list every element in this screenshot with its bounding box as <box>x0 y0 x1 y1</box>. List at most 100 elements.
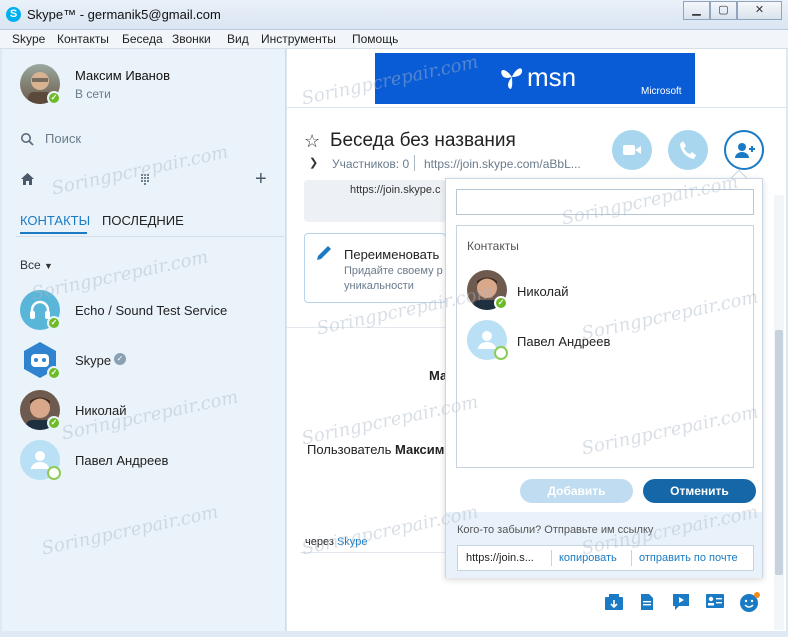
window-titlebar: S Skype™ - germanik5@gmail.com ▁ ▢ ✕ <box>0 0 788 30</box>
contact-item-skype[interactable]: ✓ Skype ✓ <box>18 338 286 382</box>
contact-item-pavel[interactable]: Павел Андреев <box>18 438 286 482</box>
profile-status[interactable]: В сети <box>75 87 111 101</box>
pencil-icon <box>317 246 331 260</box>
add-contact-plus-icon[interactable]: + <box>255 169 267 189</box>
link-box-text[interactable]: https://join.skype.c <box>350 184 441 196</box>
conversation-title[interactable]: Беседа без названия <box>330 130 516 152</box>
minimize-button[interactable]: ▁ <box>683 1 710 20</box>
menu-calls[interactable]: Звонки <box>172 32 211 46</box>
popup-contact-name: Павел Андреев <box>517 334 611 349</box>
video-camera-icon <box>623 145 641 155</box>
filter-label: Все <box>20 258 41 272</box>
home-icon[interactable] <box>20 172 35 189</box>
online-status-icon: ✓ <box>47 91 61 105</box>
popup-contacts-list: Контакты ✓ Николай Павел Андреев <box>456 225 754 468</box>
cancel-button[interactable]: Отменить <box>643 479 756 503</box>
rename-title: Переименовать <box>344 247 440 262</box>
contact-item-nikolay[interactable]: ✓ Николай <box>18 388 286 432</box>
filter-dropdown[interactable]: Все ▼ <box>20 258 53 272</box>
contact-name: Павел Андреев <box>75 453 169 468</box>
emoticon-icon[interactable] <box>739 591 761 616</box>
contact-item-echo[interactable]: ✓ Echo / Sound Test Service <box>18 288 286 332</box>
rename-desc-line2: уникальности <box>344 280 414 292</box>
dialpad-icon[interactable] <box>140 173 150 188</box>
chat-user-line: Пользователь Максим <box>307 442 444 457</box>
link-box: https://join.skype.c <box>304 180 446 222</box>
msn-brand: msn <box>527 62 577 92</box>
microsoft-label: Microsoft <box>641 86 682 97</box>
share-link-separator <box>551 550 552 566</box>
offline-status-icon <box>494 346 508 360</box>
popup-contact-name: Николай <box>517 284 569 299</box>
popup-section-title: Контакты <box>467 239 519 253</box>
video-message-icon[interactable] <box>671 593 691 614</box>
chat-divider-bottom <box>300 552 446 553</box>
share-link-text[interactable]: https://join.s... <box>466 552 534 564</box>
add-person-icon <box>735 143 755 158</box>
tab-contacts-underline <box>20 232 87 234</box>
share-link-separator <box>631 550 632 566</box>
close-button[interactable]: ✕ <box>737 1 782 20</box>
scrollbar-thumb[interactable] <box>775 330 783 575</box>
contact-name: Echo / Sound Test Service <box>75 303 228 318</box>
tabs-divider <box>16 236 284 237</box>
rename-desc-line1: Придайте своему р <box>344 265 443 277</box>
search-icon <box>20 132 34 149</box>
contact-name: Николай <box>75 403 127 418</box>
popup-contact-pavel[interactable]: Павел Андреев <box>457 318 753 364</box>
online-status-icon: ✓ <box>47 416 61 430</box>
send-email-link[interactable]: отправить по почте <box>639 552 738 564</box>
menu-bar: Skype Контакты Беседа Звонки Вид Инструм… <box>0 30 788 49</box>
contact-name: Skype <box>75 353 112 368</box>
profile-name[interactable]: Максим Иванов <box>75 68 170 83</box>
phone-icon <box>680 141 696 159</box>
window-title: Skype™ - germanik5@gmail.com <box>27 7 221 22</box>
via-skype: через Skype <box>305 536 368 548</box>
offline-status-icon <box>47 466 61 480</box>
online-status-icon: ✓ <box>47 316 61 330</box>
via-prefix: через <box>305 536 337 548</box>
video-call-button[interactable] <box>612 130 652 170</box>
add-participants-button[interactable] <box>724 130 764 170</box>
chevron-down-icon: ▼ <box>44 261 53 271</box>
popup-contact-nikolay[interactable]: ✓ Николай <box>457 268 753 314</box>
participant-search-input[interactable] <box>456 189 754 215</box>
msn-butterfly-icon <box>501 68 523 89</box>
menu-tools[interactable]: Инструменты <box>261 32 336 46</box>
conversation-link[interactable]: https://join.skype.com/aBbL... <box>424 157 581 171</box>
skype-logo-icon: S <box>6 7 21 22</box>
menu-skype[interactable]: Skype <box>12 32 45 46</box>
menu-help[interactable]: Помощь <box>352 32 398 46</box>
search-input[interactable]: Поиск <box>45 131 81 146</box>
rename-card[interactable]: Переименовать Придайте своему р уникальн… <box>304 233 446 303</box>
contact-card-icon[interactable] <box>705 593 725 612</box>
verified-badge-icon: ✓ <box>114 353 126 365</box>
add-button[interactable]: Добавить <box>520 479 633 503</box>
online-status-icon: ✓ <box>47 366 61 380</box>
chat-user-bold: Максим <box>394 442 445 457</box>
participants-count: Участников: 0 <box>332 157 410 171</box>
tab-recent[interactable]: ПОСЛЕДНИЕ <box>102 213 184 228</box>
tab-contacts[interactable]: КОНТАКТЫ <box>20 213 90 228</box>
share-link-section: Кого-то забыли? Отправьте им ссылку http… <box>446 512 762 578</box>
menu-conversation[interactable]: Беседа <box>122 32 163 46</box>
menu-view[interactable]: Вид <box>227 32 249 46</box>
document-icon[interactable] <box>640 593 654 614</box>
header-separator <box>414 155 415 171</box>
chevron-right-icon[interactable]: ❯ <box>309 156 318 169</box>
msn-ad-banner[interactable]: msn Microsoft <box>375 53 695 104</box>
menu-contacts[interactable]: Контакты <box>57 32 109 46</box>
share-link-box: https://join.s... копировать отправить п… <box>457 545 754 571</box>
send-file-icon[interactable] <box>604 593 624 614</box>
online-status-icon: ✓ <box>494 296 508 310</box>
chat-divider <box>287 327 445 328</box>
add-participants-popup: Контакты ✓ Николай Павел Андреев Добавит… <box>445 178 763 578</box>
banner-divider <box>287 107 786 108</box>
maximize-button[interactable]: ▢ <box>710 1 737 20</box>
via-skype-link[interactable]: Skype <box>337 536 368 548</box>
copy-link[interactable]: копировать <box>559 552 617 564</box>
forgot-text: Кого-то забыли? Отправьте им ссылку <box>457 524 654 536</box>
audio-call-button[interactable] <box>668 130 708 170</box>
chat-user-prefix: Пользователь <box>307 442 395 457</box>
favorite-star-icon[interactable]: ☆ <box>304 131 320 152</box>
